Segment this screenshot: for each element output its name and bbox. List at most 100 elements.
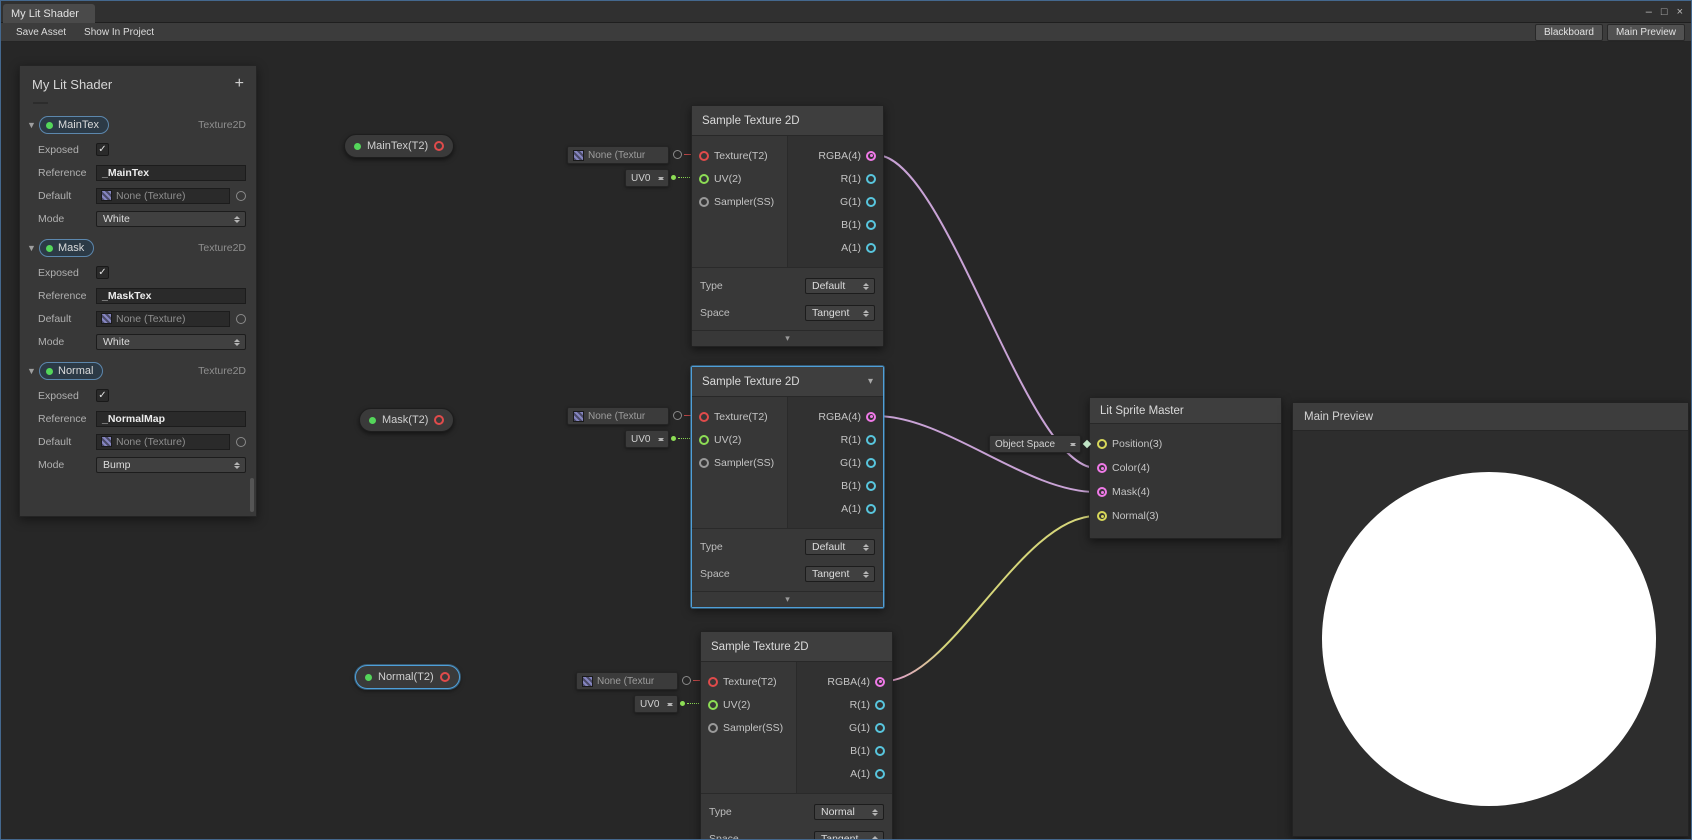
- blackboard-panel[interactable]: My Lit Shader + ▼ MainTex Texture2D Expo…: [19, 65, 257, 517]
- output-a[interactable]: A(1): [788, 497, 883, 520]
- default-texture-field[interactable]: None (Texture): [96, 188, 230, 204]
- output-b[interactable]: B(1): [788, 474, 883, 497]
- space-dropdown[interactable]: Tangent: [814, 831, 884, 840]
- maximize-icon[interactable]: □: [1661, 3, 1668, 21]
- a-port-icon[interactable]: [866, 243, 876, 253]
- texture-default-slot[interactable]: None (Textur: [567, 146, 669, 164]
- blackboard-scrollbar[interactable]: [250, 478, 254, 512]
- main-preview-panel[interactable]: Main Preview: [1292, 402, 1689, 837]
- node-header[interactable]: Sample Texture 2D ▾: [692, 367, 883, 397]
- space-dropdown[interactable]: Tangent: [805, 566, 875, 582]
- type-dropdown[interactable]: Default: [805, 278, 875, 294]
- exposed-checkbox[interactable]: ✓: [96, 266, 109, 279]
- exposed-checkbox[interactable]: ✓: [96, 143, 109, 156]
- minimize-icon[interactable]: –: [1646, 3, 1652, 21]
- color-port-icon[interactable]: [1097, 463, 1107, 473]
- sample-texture-2d-node-3[interactable]: Sample Texture 2D Texture(T2) UV(2) Samp…: [700, 631, 893, 840]
- main-preview-header[interactable]: Main Preview: [1293, 403, 1688, 431]
- reference-field[interactable]: _MainTex: [96, 165, 246, 181]
- foldout-icon[interactable]: ▼: [27, 120, 39, 130]
- property-pill[interactable]: Mask: [39, 239, 94, 257]
- mode-dropdown[interactable]: Bump: [96, 457, 246, 473]
- foldout-icon[interactable]: ▼: [27, 243, 39, 253]
- rgba-port-icon[interactable]: [866, 151, 876, 161]
- normal-property-node[interactable]: Normal(T2): [355, 665, 460, 689]
- default-texture-field[interactable]: None (Texture): [96, 311, 230, 327]
- output-a[interactable]: A(1): [797, 762, 892, 785]
- object-picker-icon[interactable]: [682, 676, 691, 685]
- foldout-icon[interactable]: ▼: [27, 366, 39, 376]
- object-picker-icon[interactable]: [673, 411, 682, 420]
- output-r[interactable]: R(1): [797, 693, 892, 716]
- texture-port-icon[interactable]: [699, 151, 709, 161]
- edge-rgba-to-mask[interactable]: [876, 416, 1096, 492]
- output-b[interactable]: B(1): [797, 739, 892, 762]
- uv-channel-dropdown[interactable]: UV0: [625, 169, 669, 187]
- mode-dropdown[interactable]: White: [96, 211, 246, 227]
- input-normal[interactable]: Normal(3): [1090, 504, 1281, 528]
- r-port-icon[interactable]: [866, 435, 876, 445]
- output-g[interactable]: G(1): [788, 190, 883, 213]
- sample-texture-2d-node-2[interactable]: Sample Texture 2D ▾ Texture(T2) UV(2) Sa…: [691, 366, 884, 608]
- output-r[interactable]: R(1): [788, 167, 883, 190]
- mask-property-node[interactable]: Mask(T2): [359, 408, 454, 432]
- object-picker-icon[interactable]: [236, 437, 246, 447]
- input-sampler[interactable]: Sampler(SS): [692, 190, 787, 213]
- r-port-icon[interactable]: [866, 174, 876, 184]
- property-header[interactable]: ▼ MainTex Texture2D: [20, 112, 256, 138]
- uv-channel-dropdown[interactable]: UV0: [634, 695, 678, 713]
- node-header[interactable]: Sample Texture 2D: [692, 106, 883, 136]
- type-dropdown[interactable]: Default: [805, 539, 875, 555]
- uv-port-icon[interactable]: [699, 174, 709, 184]
- g-port-icon[interactable]: [866, 197, 876, 207]
- output-rgba[interactable]: RGBA(4): [797, 670, 892, 693]
- input-color[interactable]: Color(4): [1090, 456, 1281, 480]
- blackboard-toggle-button[interactable]: Blackboard: [1535, 24, 1603, 41]
- b-port-icon[interactable]: [875, 746, 885, 756]
- mask-port-icon[interactable]: [1097, 487, 1107, 497]
- exposed-checkbox[interactable]: ✓: [96, 389, 109, 402]
- property-header[interactable]: ▼ Mask Texture2D: [20, 235, 256, 261]
- sample-texture-2d-node-1[interactable]: Sample Texture 2D Texture(T2) UV(2) Samp…: [691, 105, 884, 347]
- normal-port-icon[interactable]: [1097, 511, 1107, 521]
- uv-channel-dropdown[interactable]: UV0: [625, 430, 669, 448]
- mode-dropdown[interactable]: White: [96, 334, 246, 350]
- space-dropdown[interactable]: Tangent: [805, 305, 875, 321]
- input-mask[interactable]: Mask(4): [1090, 480, 1281, 504]
- input-uv[interactable]: UV(2): [692, 428, 787, 451]
- input-texture[interactable]: Texture(T2): [692, 405, 787, 428]
- position-port-icon[interactable]: [1097, 439, 1107, 449]
- input-sampler[interactable]: Sampler(SS): [692, 451, 787, 474]
- maintex-property-node[interactable]: MainTex(T2): [344, 134, 454, 158]
- sampler-port-icon[interactable]: [699, 458, 709, 468]
- show-in-project-button[interactable]: Show In Project: [75, 25, 163, 40]
- close-icon[interactable]: ×: [1677, 3, 1683, 21]
- node-header[interactable]: Lit Sprite Master: [1090, 398, 1281, 424]
- uv-port-icon[interactable]: [708, 700, 718, 710]
- output-g[interactable]: G(1): [788, 451, 883, 474]
- property-header[interactable]: ▼ Normal Texture2D: [20, 358, 256, 384]
- b-port-icon[interactable]: [866, 220, 876, 230]
- texture-port-icon[interactable]: [699, 412, 709, 422]
- sampler-port-icon[interactable]: [699, 197, 709, 207]
- sampler-port-icon[interactable]: [708, 723, 718, 733]
- preview-expander-icon[interactable]: ▾: [868, 376, 873, 387]
- rgba-port-icon[interactable]: [866, 412, 876, 422]
- output-b[interactable]: B(1): [788, 213, 883, 236]
- edge-rgba-to-normal[interactable]: [885, 516, 1096, 681]
- rgba-port-icon[interactable]: [875, 677, 885, 687]
- input-texture[interactable]: Texture(T2): [692, 144, 787, 167]
- output-g[interactable]: G(1): [797, 716, 892, 739]
- texture-output-port[interactable]: [440, 672, 450, 682]
- input-uv[interactable]: UV(2): [692, 167, 787, 190]
- output-rgba[interactable]: RGBA(4): [788, 405, 883, 428]
- object-picker-icon[interactable]: [236, 191, 246, 201]
- node-header[interactable]: Sample Texture 2D: [701, 632, 892, 662]
- collapse-chevron-icon[interactable]: ▾: [692, 591, 883, 607]
- a-port-icon[interactable]: [866, 504, 876, 514]
- window-tab[interactable]: My Lit Shader: [3, 4, 95, 23]
- b-port-icon[interactable]: [866, 481, 876, 491]
- input-uv[interactable]: UV(2): [701, 693, 796, 716]
- save-asset-button[interactable]: Save Asset: [7, 25, 75, 40]
- texture-output-port[interactable]: [434, 415, 444, 425]
